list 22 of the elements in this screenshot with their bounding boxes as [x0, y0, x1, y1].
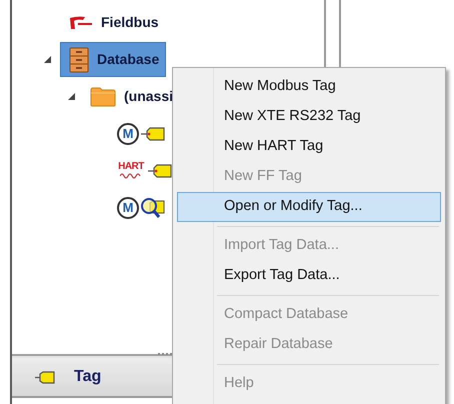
- swoosh-logo-icon: [69, 16, 93, 30]
- folder-icon: [90, 86, 116, 106]
- tag-icon: [147, 162, 173, 178]
- tree-item[interactable]: M: [108, 190, 173, 225]
- tree-item[interactable]: HART: [107, 153, 180, 188]
- menu-item[interactable]: New Modbus Tag: [177, 72, 441, 102]
- tree-item[interactable]: Fieldbus: [60, 5, 166, 40]
- modbus-logo: M: [117, 122, 139, 144]
- panel-title: Tag: [74, 367, 102, 387]
- menu-item[interactable]: New XTE RS232 Tag: [177, 102, 441, 132]
- menu-item[interactable]: Open or Modify Tag...: [177, 192, 441, 222]
- magnifier-tag-icon: [140, 196, 166, 218]
- tree-item[interactable]: Database: [60, 42, 166, 77]
- tree-item[interactable]: M: [108, 116, 173, 151]
- modbus-logo: M: [117, 196, 139, 218]
- hart-logo: HART: [116, 162, 146, 180]
- tag-icon: [140, 126, 166, 142]
- tree-item[interactable]: (unassi: [80, 79, 180, 114]
- cabinet-icon: [69, 46, 89, 72]
- tag-icon: [34, 370, 56, 384]
- menu-item[interactable]: New HART Tag: [177, 132, 441, 162]
- menu-item[interactable]: Export Tag Data...: [177, 261, 441, 291]
